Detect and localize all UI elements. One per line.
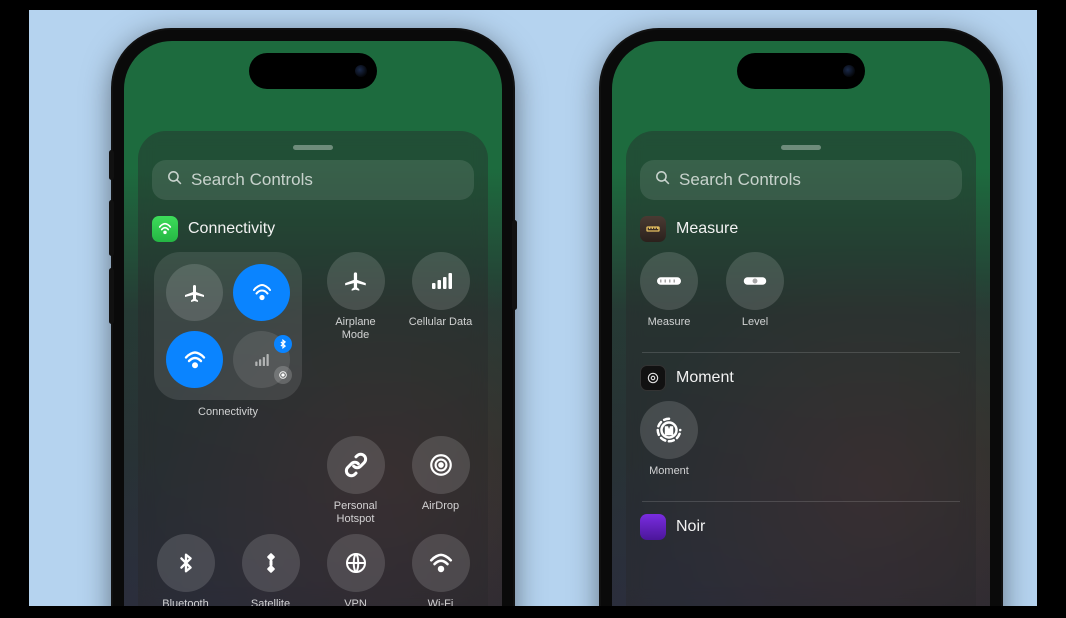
section-title: Measure <box>676 220 738 238</box>
control-moment[interactable]: M Moment <box>640 401 698 491</box>
dynamic-island <box>737 53 865 89</box>
control-label: VPN <box>344 598 367 606</box>
noir-app-icon <box>640 514 666 540</box>
control-label: Moment <box>649 465 689 491</box>
section-title: Noir <box>676 518 705 536</box>
wifi-toggle[interactable] <box>166 331 223 388</box>
controls-panel: Search Controls Measure Measure <box>626 131 976 606</box>
iphone-mock-right: Search Controls Measure Measure <box>601 30 1001 606</box>
control-label: Airplane Mode <box>322 316 389 342</box>
search-placeholder: Search Controls <box>679 170 801 190</box>
control-bluetooth[interactable]: Bluetooth <box>152 534 219 606</box>
control-wifi[interactable]: Wi-Fi <box>407 534 474 606</box>
airdrop-mini-icon <box>274 366 292 384</box>
control-label: Connectivity <box>198 406 258 432</box>
bluetooth-cluster[interactable] <box>233 331 290 388</box>
control-level[interactable]: Level <box>726 252 784 342</box>
section-title: Connectivity <box>188 220 275 238</box>
control-airdrop[interactable]: AirDrop <box>407 436 474 526</box>
search-placeholder: Search Controls <box>191 170 313 190</box>
section-connectivity: Connectivity <box>152 216 474 606</box>
sheet-handle[interactable] <box>293 145 333 150</box>
control-label: Personal Hotspot <box>334 500 377 526</box>
measure-app-icon <box>640 216 666 242</box>
airplane-toggle[interactable] <box>166 264 223 321</box>
control-label: Bluetooth <box>162 598 208 606</box>
control-label: AirDrop <box>422 500 459 526</box>
control-personal-hotspot[interactable]: Personal Hotspot <box>322 436 389 526</box>
control-label: Wi-Fi <box>428 598 454 606</box>
section-noir: Noir <box>640 514 962 540</box>
search-field[interactable]: Search Controls <box>152 160 474 200</box>
section-moment: Moment M Moment <box>640 365 962 502</box>
control-label: Cellular Data <box>409 316 473 342</box>
search-icon <box>654 169 671 191</box>
control-cellular-data[interactable]: Cellular Data <box>407 252 474 432</box>
dynamic-island <box>249 53 377 89</box>
control-label: Level <box>742 316 768 342</box>
screen: Search Controls Measure Measure <box>612 41 990 606</box>
control-label: Measure <box>648 316 691 342</box>
divider <box>642 501 960 502</box>
divider <box>642 352 960 353</box>
screen: Search Controls Connectivity <box>124 41 502 606</box>
control-label: Satellite <box>251 598 290 606</box>
control-measure[interactable]: Measure <box>640 252 698 342</box>
svg-text:M: M <box>665 426 672 436</box>
section-title: Moment <box>676 369 734 387</box>
search-field[interactable]: Search Controls <box>640 160 962 200</box>
control-satellite[interactable]: Satellite <box>237 534 304 606</box>
controls-panel: Search Controls Connectivity <box>138 131 488 606</box>
control-vpn[interactable]: VPN <box>322 534 389 606</box>
search-icon <box>166 169 183 191</box>
connectivity-widget[interactable] <box>154 252 302 400</box>
iphone-mock-left: Search Controls Connectivity <box>113 30 513 606</box>
moment-app-icon <box>640 365 666 391</box>
section-measure: Measure Measure Level <box>640 216 962 353</box>
bluetooth-mini-icon <box>274 335 292 353</box>
sheet-handle[interactable] <box>781 145 821 150</box>
control-airplane-mode[interactable]: Airplane Mode <box>322 252 389 432</box>
connectivity-app-icon <box>152 216 178 242</box>
cellular-toggle[interactable] <box>233 264 290 321</box>
